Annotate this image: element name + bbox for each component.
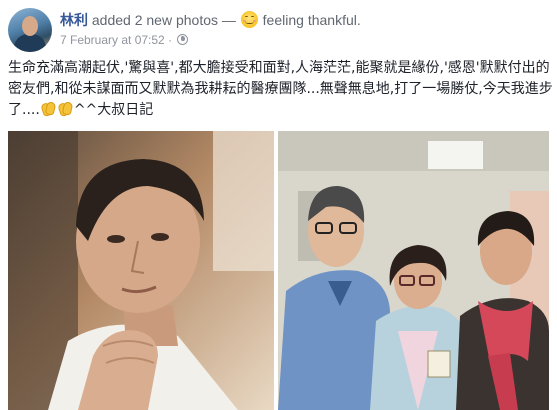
post-header: 林利 added 2 new photos — feeling thankful…: [8, 8, 553, 52]
post-body-text: 生命充滿高潮起伏,'驚與喜',都大膽接受和面對,人海茫茫,能聚就是緣份,'感恩'…: [8, 58, 553, 121]
meta-separator: ·: [164, 33, 176, 47]
globe-icon[interactable]: [177, 34, 189, 45]
author-name-link[interactable]: 林利: [60, 12, 88, 28]
post-text-tail: ^^大叔日記: [73, 102, 154, 118]
group-photo-illustration: [278, 131, 549, 410]
post-timestamp-link[interactable]: 7 February at 07:52: [60, 33, 165, 47]
post-meta: 7 February at 07:52 ·: [60, 32, 189, 48]
facebook-post: 林利 added 2 new photos — feeling thankful…: [0, 0, 557, 410]
post-headline: 林利 added 2 new photos — feeling thankful…: [60, 11, 361, 29]
feeling-text: feeling thankful.: [262, 12, 361, 28]
profile-avatar[interactable]: [8, 8, 52, 52]
photo-grid: [0, 131, 557, 410]
photo-selfie[interactable]: [8, 131, 274, 410]
photo-group[interactable]: [278, 131, 549, 410]
clapping-hands-icon: [40, 101, 57, 118]
smiling-face-icon: [240, 11, 258, 28]
post-action-text: added 2 new photos —: [91, 12, 240, 28]
selfie-illustration: [8, 131, 274, 410]
clapping-hands-icon: [57, 101, 74, 118]
